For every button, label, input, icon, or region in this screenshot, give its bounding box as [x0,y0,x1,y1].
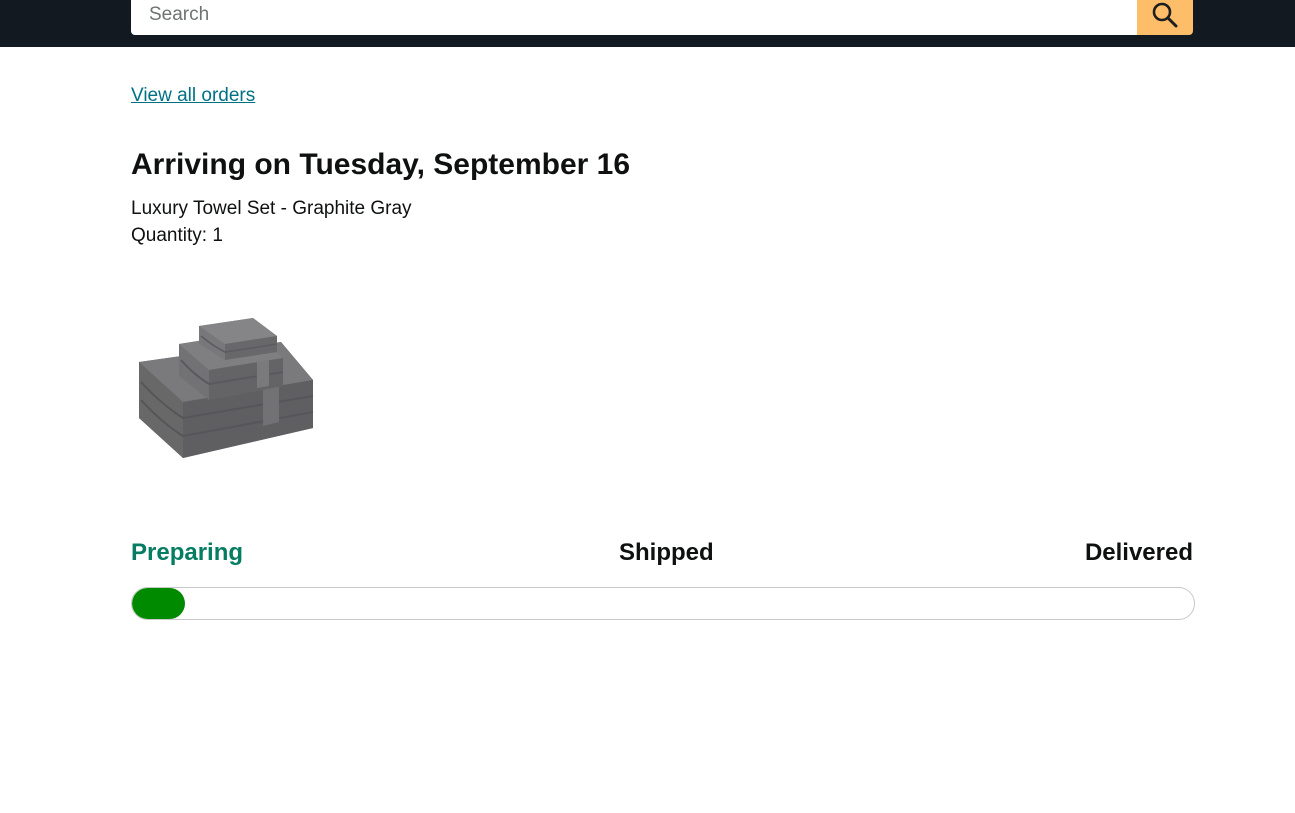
shipment-progress-bar [131,587,1195,620]
towel-stack-image [139,318,314,458]
shipment-progress-fill [132,588,186,619]
arrival-date-title: Arriving on Tuesday, September 16 [131,148,631,181]
step-label-delivered: Delivered [1084,539,1193,566]
search-icon [1151,1,1179,29]
search-bar [131,0,1193,35]
product-quantity: Quantity: 1 [131,225,223,246]
top-navigation-bar [0,0,1295,47]
search-button[interactable] [1137,0,1193,35]
product-image[interactable] [131,300,321,470]
step-label-preparing: Preparing [131,539,244,566]
product-name: Luxury Towel Set - Graphite Gray [131,198,412,219]
step-label-shipped: Shipped [619,539,714,566]
view-all-orders-link[interactable]: View all orders [131,85,255,107]
search-input[interactable] [131,0,1137,35]
